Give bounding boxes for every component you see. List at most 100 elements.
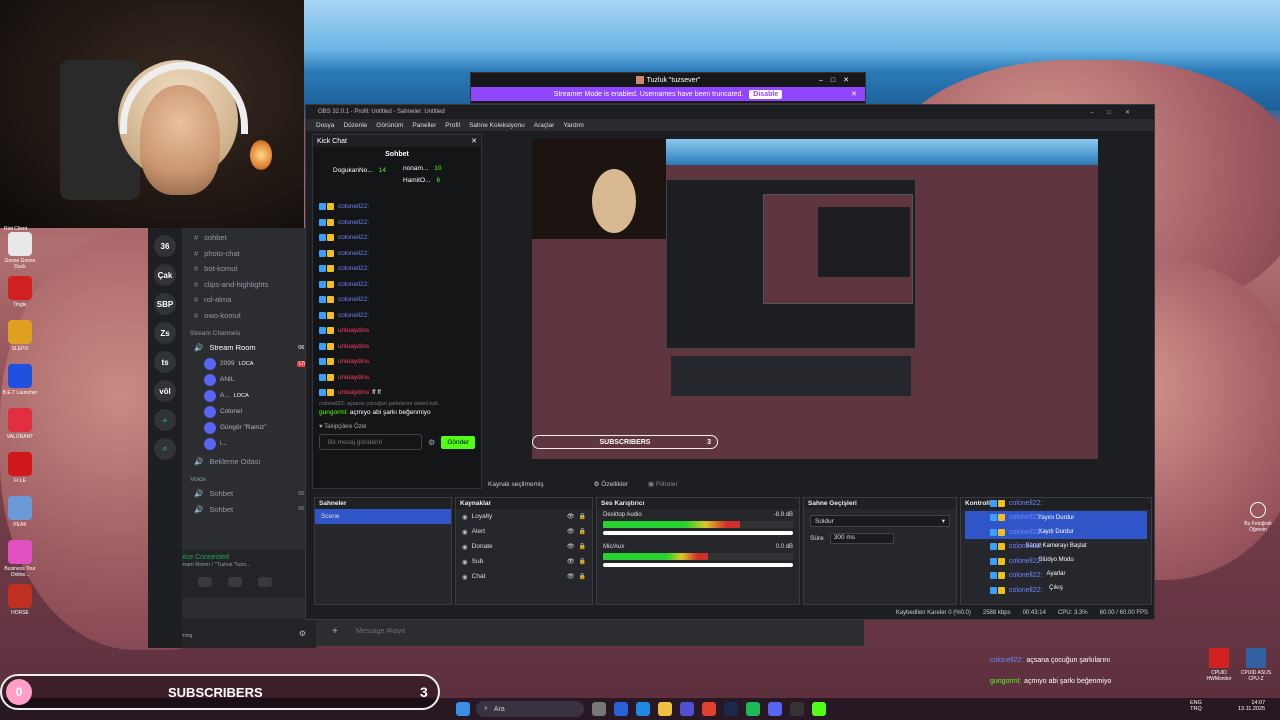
- chat-input[interactable]: Bir mesaj gönderin: [319, 434, 423, 450]
- chat-username[interactable]: unluaydins: [338, 327, 369, 334]
- server-icon[interactable]: völ: [154, 380, 176, 402]
- properties-button[interactable]: ⚙ Özellikler: [594, 480, 628, 488]
- chat-username[interactable]: colonell22:: [338, 219, 369, 226]
- source-item[interactable]: ◉ Donate 👁 🔒: [456, 539, 592, 554]
- category-voice[interactable]: Voice: [184, 473, 316, 486]
- visibility-icon[interactable]: 👁: [567, 573, 575, 580]
- menu-item[interactable]: Araçlar: [534, 122, 555, 129]
- chat-username[interactable]: colonell22:: [338, 265, 369, 272]
- chat-username[interactable]: colonell22:: [338, 203, 369, 210]
- add-server-icon[interactable]: +: [154, 409, 176, 431]
- desktop-icon[interactable]: Fr.LE: [2, 448, 38, 492]
- menu-item[interactable]: Yardım: [563, 122, 583, 129]
- close-icon[interactable]: ✕: [471, 137, 477, 145]
- chrome-icon[interactable]: [702, 702, 716, 716]
- chat-username[interactable]: unluaydins: [338, 389, 369, 396]
- close-icon[interactable]: ✕: [851, 90, 857, 98]
- text-channel[interactable]: # sohbet: [184, 230, 316, 246]
- server-icon[interactable]: 36: [154, 235, 176, 257]
- desktop-icon[interactable]: Business Tour Online...: [2, 536, 38, 580]
- start-icon[interactable]: [456, 702, 470, 716]
- chat-username[interactable]: colonell22:: [338, 234, 369, 241]
- desktop-icon[interactable]: Goose Goose Duck: [2, 228, 38, 272]
- lock-icon[interactable]: 🔒: [579, 543, 586, 550]
- followers-only[interactable]: ♥ Takipçilere Özel: [313, 416, 481, 430]
- text-channel[interactable]: # photo-chat: [184, 246, 316, 262]
- source-item[interactable]: ◉ Alert 👁 🔒: [456, 524, 592, 539]
- menu-item[interactable]: Dosya: [316, 122, 334, 129]
- stream-room[interactable]: 🔊 Stream Room 06 99: [184, 340, 316, 356]
- voice-channel[interactable]: 🔊Sohbet00 99: [184, 486, 316, 502]
- duration-input[interactable]: 300 ms: [829, 533, 894, 544]
- text-channel[interactable]: # rol-alma: [184, 292, 316, 308]
- copilot-icon[interactable]: [614, 702, 628, 716]
- source-item[interactable]: ◉ Sub 👁 🔒: [456, 554, 592, 569]
- obs-preview[interactable]: SUBSCRIBERS 3: [532, 139, 1098, 459]
- visibility-icon[interactable]: 👁: [567, 543, 575, 550]
- settings-gear-icon[interactable]: ⚙: [428, 438, 435, 447]
- taskview-icon[interactable]: [592, 702, 606, 716]
- desktop-icon[interactable]: Bu Fotoğrafı Öğrenin: [1238, 502, 1278, 533]
- desktop-icon-hwmonitor[interactable]: CPUID HWMonitor: [1204, 648, 1234, 682]
- settings-gear-icon[interactable]: ⚙: [299, 629, 306, 638]
- chat-username[interactable]: colonell22:: [338, 250, 369, 257]
- text-channel[interactable]: # owo-komut: [184, 308, 316, 324]
- lock-icon[interactable]: 🔒: [579, 558, 586, 565]
- screen-share-icon[interactable]: [198, 577, 212, 587]
- lock-icon[interactable]: 🔒: [579, 513, 586, 520]
- menu-item[interactable]: Profil: [445, 122, 460, 129]
- visibility-icon[interactable]: 👁: [567, 513, 575, 520]
- voice-user[interactable]: A... LOCA: [184, 388, 316, 404]
- menu-item[interactable]: Görünüm: [376, 122, 403, 129]
- desktop-icon[interactable]: SLEPO: [2, 316, 38, 360]
- desktop-icon[interactable]: VALORANT: [2, 404, 38, 448]
- server-icon[interactable]: Çak: [154, 264, 176, 286]
- disable-button[interactable]: Disable: [749, 89, 783, 99]
- steam-icon[interactable]: [724, 702, 738, 716]
- obs-icon[interactable]: [790, 702, 804, 716]
- chat-username[interactable]: unluaydins: [338, 358, 369, 365]
- chat-username[interactable]: colonell22:: [338, 281, 369, 288]
- scene-item[interactable]: Scene: [315, 509, 451, 524]
- file-explorer-icon[interactable]: [658, 702, 672, 716]
- volume-slider[interactable]: [603, 531, 793, 535]
- spotify-icon[interactable]: [746, 702, 760, 716]
- voice-user[interactable]: 2099LOCALIVE: [184, 356, 316, 372]
- taskbar-search[interactable]: ⌕ Ara: [476, 701, 584, 717]
- chat-tab[interactable]: Sohbet: [313, 147, 481, 161]
- desktop-icon[interactable]: PEAK: [2, 492, 38, 536]
- server-icon[interactable]: ts: [154, 351, 176, 373]
- text-channel[interactable]: # clips-and-highlights: [184, 277, 316, 293]
- chat-username[interactable]: unluaydins: [338, 374, 369, 381]
- menu-item[interactable]: Sahne Koleksiyonu: [469, 122, 525, 129]
- waiting-room[interactable]: 🔊 Bekleme Odası: [184, 454, 316, 470]
- desktop-icon-cpuz[interactable]: CPUID ASUS CPU-Z: [1238, 648, 1274, 682]
- source-item[interactable]: ◉ Loyalty 👁 🔒: [456, 509, 592, 524]
- category-stream[interactable]: Stream Channels: [184, 327, 316, 340]
- text-channel[interactable]: # bot-komut: [184, 261, 316, 277]
- voice-user[interactable]: ANIL: [184, 372, 316, 388]
- language-indicator[interactable]: ENG TRQ: [1190, 700, 1202, 712]
- store-icon[interactable]: [680, 702, 694, 716]
- menu-item[interactable]: Düzenle: [343, 122, 367, 129]
- visibility-icon[interactable]: 👁: [567, 528, 575, 535]
- chat-username[interactable]: colonell22:: [338, 296, 369, 303]
- server-icon[interactable]: SBP: [154, 293, 176, 315]
- clock[interactable]: 14:07 13.11.2025: [1238, 700, 1265, 712]
- filters-button[interactable]: ▣ Filtreler: [648, 480, 678, 488]
- menu-item[interactable]: Paneller: [412, 122, 436, 129]
- add-attachment-icon[interactable]: +: [332, 626, 338, 637]
- voice-user[interactable]: i...: [184, 436, 316, 452]
- window-controls[interactable]: –□✕: [1090, 109, 1144, 116]
- discover-icon[interactable]: ⌕: [154, 438, 176, 460]
- desktop-icon[interactable]: HORSE: [2, 580, 38, 624]
- lock-icon[interactable]: 🔒: [579, 573, 586, 580]
- kick-icon[interactable]: [812, 702, 826, 716]
- desktop-icon[interactable]: Tingle: [2, 272, 38, 316]
- visibility-icon[interactable]: 👁: [567, 558, 575, 565]
- lock-icon[interactable]: 🔒: [579, 528, 586, 535]
- voice-channel[interactable]: 🔊Sohbet00 99: [184, 502, 316, 518]
- window-controls[interactable]: –□✕: [819, 76, 857, 84]
- soundboard-icon[interactable]: [258, 577, 272, 587]
- edge-icon[interactable]: [636, 702, 650, 716]
